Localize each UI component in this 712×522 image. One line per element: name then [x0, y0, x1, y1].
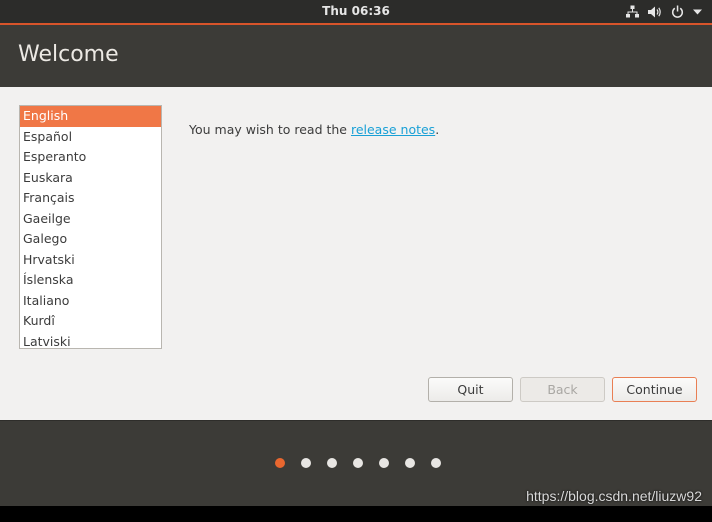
language-item[interactable]: Hrvatski [20, 250, 161, 271]
top-panel: Thu 06:36 [0, 0, 712, 23]
progress-dot [353, 458, 363, 468]
installer-window: Welcome English Español Esperanto Euskara Fr… [0, 23, 712, 506]
quit-button[interactable]: Quit [428, 377, 513, 402]
watermark: https://blog.csdn.net/liuzw92 [526, 488, 702, 504]
language-item[interactable]: Italiano [20, 291, 161, 312]
language-item[interactable]: English [20, 106, 161, 127]
menu-arrow-icon[interactable] [693, 9, 702, 15]
release-notes-link[interactable]: release notes [351, 122, 435, 137]
language-list[interactable]: English Español Esperanto Euskara Français Ga… [19, 105, 162, 349]
volume-icon[interactable] [648, 6, 662, 18]
release-notes-prefix: You may wish to read the [189, 122, 351, 137]
back-button: Back [520, 377, 605, 402]
page-title: Welcome [18, 42, 119, 67]
language-item[interactable]: Gaeilge [20, 209, 161, 230]
language-item[interactable]: Latviski [20, 332, 161, 349]
continue-button[interactable]: Continue [612, 377, 697, 402]
language-item[interactable]: Kurdî [20, 311, 161, 332]
progress-dot [301, 458, 311, 468]
system-tray[interactable] [626, 0, 702, 23]
language-item[interactable]: Español [20, 127, 161, 148]
progress-dot [405, 458, 415, 468]
power-icon[interactable] [671, 5, 684, 18]
language-item[interactable]: Galego [20, 229, 161, 250]
clock[interactable]: Thu 06:36 [0, 0, 712, 23]
language-item[interactable]: Esperanto [20, 147, 161, 168]
progress-dot [431, 458, 441, 468]
language-item[interactable]: Français [20, 188, 161, 209]
content-area: English Español Esperanto Euskara Français Ga… [1, 87, 711, 420]
language-item[interactable]: Íslenska [20, 270, 161, 291]
progress-dot [379, 458, 389, 468]
progress-dot-active [275, 458, 285, 468]
language-item[interactable]: Euskara [20, 168, 161, 189]
progress-dots [275, 458, 441, 468]
window-header: Welcome [0, 23, 712, 87]
release-notes-text: You may wish to read the release notes. [189, 122, 439, 137]
progress-dot [327, 458, 337, 468]
release-notes-suffix: . [435, 122, 440, 137]
network-icon[interactable] [626, 5, 639, 18]
